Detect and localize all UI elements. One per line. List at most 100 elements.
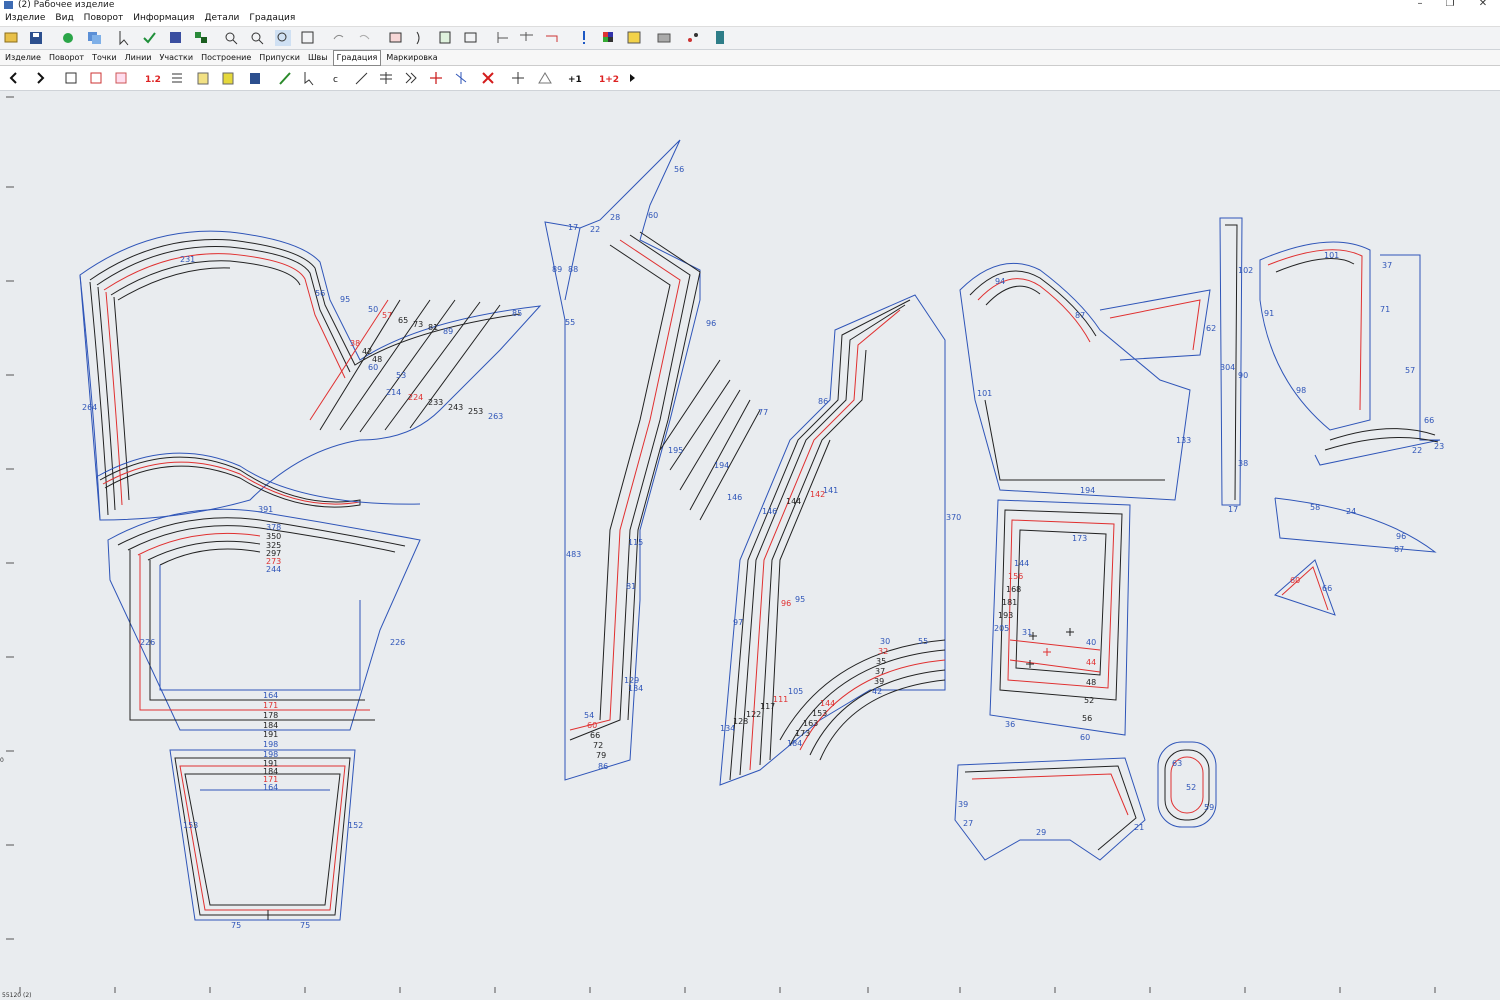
tab-shvy[interactable]: Швы	[305, 51, 331, 65]
point-label: 42	[872, 687, 882, 696]
line-icon[interactable]	[355, 72, 368, 85]
point-label: 195	[668, 446, 683, 455]
menu-item-detali[interactable]: Детали	[199, 10, 244, 26]
palette-icon[interactable]	[603, 32, 613, 42]
open-icon[interactable]	[4, 32, 18, 43]
copy-icon[interactable]	[439, 31, 451, 44]
title-bar: (2) Рабочее изделие – ❐ ✕	[0, 0, 1500, 10]
point-label: 89	[443, 327, 453, 336]
tab-pripuski[interactable]: Припуски	[256, 51, 303, 65]
plus-one-label[interactable]: +1	[568, 75, 582, 85]
fit-icon[interactable]	[301, 31, 314, 44]
pattern-canvas[interactable]: 231 56 95 50 57 65 73 81 89 85 38 42 48 …	[0, 91, 1500, 987]
pattern-piece-collar[interactable]	[959, 262, 1211, 501]
tab-linii[interactable]: Линии	[122, 51, 155, 65]
point-label: 168	[1006, 585, 1021, 594]
green-circle-icon[interactable]	[63, 33, 73, 43]
forward-icon[interactable]	[37, 72, 45, 84]
point-label: 57	[1405, 366, 1415, 375]
point-label: 63	[1172, 759, 1182, 768]
bracket-icon[interactable]	[416, 31, 420, 45]
page-icon[interactable]	[65, 72, 77, 84]
point-label: 370	[946, 513, 961, 522]
note-icon[interactable]	[197, 72, 209, 85]
point-label: 193	[998, 611, 1013, 620]
zoom-out-icon[interactable]	[275, 30, 291, 46]
menu-item-informaciya[interactable]: Информация	[128, 10, 199, 26]
point-label: 96	[706, 319, 716, 328]
shape-outline-icon[interactable]	[538, 72, 552, 84]
point-label: 89	[552, 265, 562, 274]
tab-markirovka[interactable]: Маркировка	[383, 51, 440, 65]
check-icon[interactable]	[143, 32, 156, 44]
tab-postroenie[interactable]: Построение	[198, 51, 254, 65]
point-label: 79	[596, 751, 606, 760]
pointer-icon[interactable]	[119, 31, 129, 46]
shape-icon[interactable]	[464, 32, 477, 43]
point-label: 38	[1238, 459, 1248, 468]
app-icon	[4, 1, 13, 9]
maximize-button[interactable]: ❐	[1435, 0, 1465, 10]
pattern-piece-band[interactable]	[954, 757, 1146, 861]
tab-tochki[interactable]: Точки	[89, 51, 120, 65]
back-icon[interactable]	[9, 72, 17, 84]
point-move-icon[interactable]	[455, 72, 467, 84]
point-label: 81	[626, 582, 636, 591]
zoom-in-icon[interactable]	[251, 32, 264, 45]
add-point-icon[interactable]	[512, 72, 524, 84]
grading-markers	[263, 628, 1074, 920]
point-label: 95	[795, 595, 805, 604]
point-label: 29	[1036, 828, 1046, 837]
select-icon[interactable]	[304, 72, 314, 86]
menu-item-izdelie[interactable]: Изделие	[0, 10, 50, 26]
play-icon[interactable]	[630, 74, 635, 82]
tab-izdelie[interactable]: Изделие	[2, 51, 44, 65]
point-label: 144	[1014, 559, 1029, 568]
menu-item-gradaciya[interactable]: Градация	[244, 10, 300, 26]
pattern-piece-back[interactable]	[79, 230, 542, 521]
point-label: 156	[1008, 572, 1023, 581]
grid-icon[interactable]	[170, 32, 181, 43]
align-left-icon[interactable]	[497, 32, 508, 43]
c-icon[interactable]: c	[333, 75, 338, 85]
list-icon[interactable]	[172, 73, 182, 83]
save-icon[interactable]	[30, 32, 42, 44]
card-icon[interactable]	[627, 31, 641, 44]
align-center-icon[interactable]	[520, 32, 533, 41]
pattern-piece-hood[interactable]	[1259, 241, 1441, 466]
color-squares-icon[interactable]	[195, 32, 207, 43]
frame-icon[interactable]	[389, 32, 402, 43]
menu-item-vid[interactable]: Вид	[50, 10, 78, 26]
tab-gradaciya[interactable]: Градация	[332, 50, 382, 66]
exit-icon[interactable]	[716, 31, 724, 44]
tab-povorot[interactable]: Поворот	[46, 51, 87, 65]
double-chevron-icon[interactable]	[405, 72, 417, 84]
pattern-piece-center-narrow[interactable]	[544, 139, 761, 781]
page-export-icon[interactable]	[115, 72, 127, 84]
measure-icon[interactable]	[688, 33, 698, 42]
print-icon[interactable]	[657, 33, 671, 43]
dimension-icon[interactable]	[380, 72, 392, 84]
point-label: 184	[263, 721, 278, 730]
page-red-icon[interactable]	[90, 72, 102, 84]
disk-icon[interactable]	[250, 73, 260, 84]
exclamation-icon[interactable]	[583, 31, 585, 44]
undo-icon[interactable]	[333, 34, 344, 40]
point-label: 77	[758, 408, 768, 417]
tab-uchastki[interactable]: Участки	[156, 51, 196, 65]
grade-12-label[interactable]: 1.2	[145, 75, 161, 85]
point-label: 105	[788, 687, 803, 696]
menu-item-povorot[interactable]: Поворот	[79, 10, 129, 26]
redo-icon[interactable]	[359, 34, 370, 40]
one-plus-two-label[interactable]: 1+2	[599, 75, 619, 85]
delete-icon[interactable]	[482, 72, 494, 84]
zoom-icon[interactable]	[225, 32, 238, 45]
point-cross-icon[interactable]	[430, 72, 442, 84]
layers-icon[interactable]	[88, 32, 101, 44]
note2-icon[interactable]	[222, 72, 234, 85]
minimize-button[interactable]: –	[1405, 0, 1435, 10]
pencil-icon[interactable]	[279, 72, 291, 85]
align-right-icon[interactable]	[546, 35, 558, 42]
close-button[interactable]: ✕	[1468, 0, 1498, 10]
point-label: 87	[1075, 311, 1085, 320]
